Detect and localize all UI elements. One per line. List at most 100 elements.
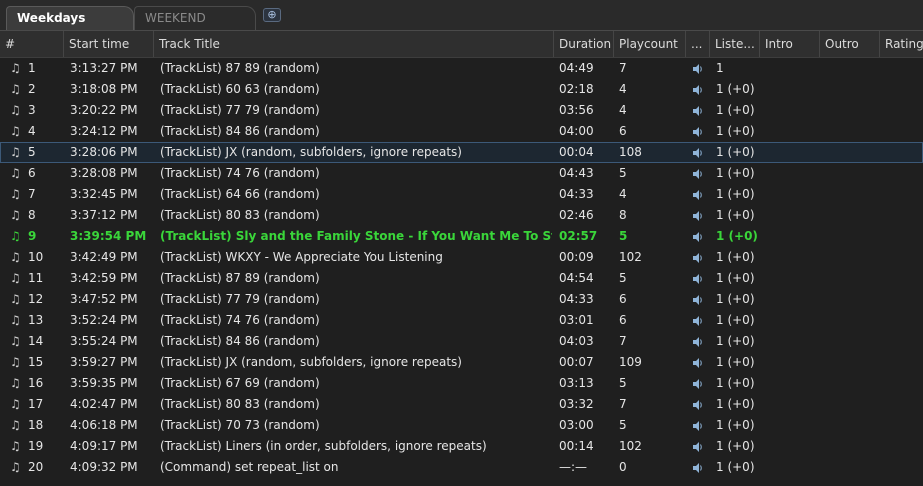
listeners: 1 (+0) (716, 313, 755, 327)
start-time: 3:55:24 PM (70, 334, 138, 348)
start-time: 3:59:27 PM (70, 355, 138, 369)
duration: 00:09 (559, 250, 594, 264)
duration: 00:07 (559, 355, 594, 369)
music-note-icon: ♫ (10, 271, 21, 285)
table-row[interactable]: ♫ 15 3:59:27 PM (TrackList) JX (random, sub… (0, 352, 923, 373)
music-note-icon: ♫ (10, 418, 21, 432)
listeners: 1 (+0) (716, 418, 755, 432)
duration: 03:01 (559, 313, 594, 327)
table-row[interactable]: ♫ 10 3:42:49 PM (TrackList) WKXY - We Appre… (0, 247, 923, 268)
listeners: 1 (+0) (716, 376, 755, 390)
playcount: 4 (619, 187, 627, 201)
track-title: (TrackList) 77 79 (random) (160, 292, 320, 306)
playcount: 7 (619, 397, 627, 411)
add-tab-icon[interactable]: ⊕ (263, 8, 281, 22)
track-title: (Command) set repeat_list on (160, 460, 339, 474)
table-row[interactable]: ♫ 19 4:09:17 PM (TrackList) Liners (in orde… (0, 436, 923, 457)
listeners: 1 (+0) (716, 145, 755, 159)
column-header-playcount[interactable]: Playcount (614, 31, 686, 57)
table-row[interactable]: ♫ 2 3:18:08 PM (TrackList) 60 63 (random) 02… (0, 79, 923, 100)
track-title: (TrackList) 74 76 (random) (160, 166, 320, 180)
table-row[interactable]: ♫ 4 3:24:12 PM (TrackList) 84 86 (random) 04… (0, 121, 923, 142)
row-number: 17 (28, 397, 44, 411)
listeners: 1 (+0) (716, 250, 755, 264)
duration: 03:32 (559, 397, 594, 411)
music-note-icon: ♫ (10, 397, 21, 411)
track-title: (TrackList) JX (random, subfolders, igno… (160, 145, 462, 159)
start-time: 3:52:24 PM (70, 313, 138, 327)
listeners: 1 (+0) (716, 103, 755, 117)
table-row[interactable]: ♫ 16 3:59:35 PM (TrackList) 67 69 (random) 0… (0, 373, 923, 394)
music-note-icon: ♫ (10, 460, 21, 474)
table-row[interactable]: ♫ 7 3:32:45 PM (TrackList) 64 66 (random) 04… (0, 184, 923, 205)
music-note-icon: ♫ (10, 376, 21, 390)
table-row[interactable]: ♫ 1 3:13:27 PM (TrackList) 87 89 (random) 04… (0, 58, 923, 79)
duration: 02:57 (559, 229, 598, 243)
duration: 04:43 (559, 166, 594, 180)
speaker-icon (692, 58, 706, 79)
playcount: 5 (619, 229, 628, 243)
column-header-intro[interactable]: Intro (760, 31, 820, 57)
table-row[interactable]: ♫ 9 3:39:54 PM (TrackList) Sly and the Fami… (0, 226, 923, 247)
column-header-more[interactable]: ... (686, 31, 710, 57)
playcount: 6 (619, 124, 627, 138)
music-note-icon: ♫ (10, 145, 21, 159)
table-row[interactable]: ♫ 17 4:02:47 PM (TrackList) 80 83 (random) 0… (0, 394, 923, 415)
listeners: 1 (+0) (716, 208, 755, 222)
speaker-icon (692, 331, 706, 352)
duration: 04:49 (559, 61, 594, 75)
column-header-number[interactable]: # (0, 31, 64, 57)
table-row[interactable]: ♫ 13 3:52:24 PM (TrackList) 74 76 (random) 0… (0, 310, 923, 331)
music-note-icon: ♫ (10, 187, 21, 201)
row-number: 15 (28, 355, 44, 369)
track-title: (TrackList) Sly and the Family Stone - I… (160, 229, 552, 243)
row-number: 19 (28, 439, 44, 453)
row-number: 13 (28, 313, 44, 327)
table-row[interactable]: ♫ 12 3:47:52 PM (TrackList) 77 79 (random) 0… (0, 289, 923, 310)
listeners: 1 (+0) (716, 166, 755, 180)
row-number: 14 (28, 334, 44, 348)
table-row[interactable]: ♫ 11 3:42:59 PM (TrackList) 87 89 (random) 0… (0, 268, 923, 289)
speaker-icon (692, 247, 706, 268)
row-number: 5 (28, 145, 36, 159)
track-title: (TrackList) WKXY - We Appreciate You Lis… (160, 250, 443, 264)
table-row[interactable]: ♫ 6 3:28:08 PM (TrackList) 74 76 (random) 04… (0, 163, 923, 184)
track-title: (TrackList) JX (random, subfolders, igno… (160, 355, 462, 369)
column-header-duration[interactable]: Duration (554, 31, 614, 57)
table-row[interactable]: ♫ 3 3:20:22 PM (TrackList) 77 79 (random) 03… (0, 100, 923, 121)
playcount: 7 (619, 334, 627, 348)
row-number: 9 (28, 229, 37, 243)
listeners: 1 (+0) (716, 187, 755, 201)
table-row[interactable]: ♫ 20 4:09:32 PM (Command) set repeat_list o… (0, 457, 923, 478)
table-row[interactable]: ♫ 8 3:37:12 PM (TrackList) 80 83 (random) 02… (0, 205, 923, 226)
listeners: 1 (+0) (716, 439, 755, 453)
column-header-start-time[interactable]: Start time (64, 31, 154, 57)
listeners: 1 (+0) (716, 271, 755, 285)
music-note-icon: ♫ (10, 292, 21, 306)
music-note-icon: ♫ (10, 313, 21, 327)
speaker-icon (692, 142, 706, 163)
row-number: 4 (28, 124, 36, 138)
column-header-rating[interactable]: Rating (880, 31, 923, 57)
tab-weekdays[interactable]: Weekdays (6, 6, 134, 30)
column-header-outro[interactable]: Outro (820, 31, 880, 57)
column-header-track-title[interactable]: Track Title (154, 31, 554, 57)
music-note-icon: ♫ (10, 103, 21, 117)
duration: 03:56 (559, 103, 594, 117)
playcount: 5 (619, 166, 627, 180)
track-title: (TrackList) 70 73 (random) (160, 418, 320, 432)
table-row[interactable]: ♫ 18 4:06:18 PM (TrackList) 70 73 (random) 0… (0, 415, 923, 436)
listeners: 1 (+0) (716, 229, 758, 243)
column-header-listeners[interactable]: Liste... (710, 31, 760, 57)
table-row[interactable]: ♫ 14 3:55:24 PM (TrackList) 84 86 (random) 0… (0, 331, 923, 352)
start-time: 3:59:35 PM (70, 376, 138, 390)
music-note-icon: ♫ (10, 355, 21, 369)
duration: 04:03 (559, 334, 594, 348)
track-title: (TrackList) 60 63 (random) (160, 82, 320, 96)
listeners: 1 (+0) (716, 82, 755, 96)
tab-weekend[interactable]: WEEKEND (134, 6, 256, 30)
start-time: 3:42:49 PM (70, 250, 138, 264)
speaker-icon (692, 226, 706, 247)
table-row[interactable]: ♫ 5 3:28:06 PM (TrackList) JX (random, subf… (0, 142, 923, 163)
start-time: 4:09:32 PM (70, 460, 138, 474)
